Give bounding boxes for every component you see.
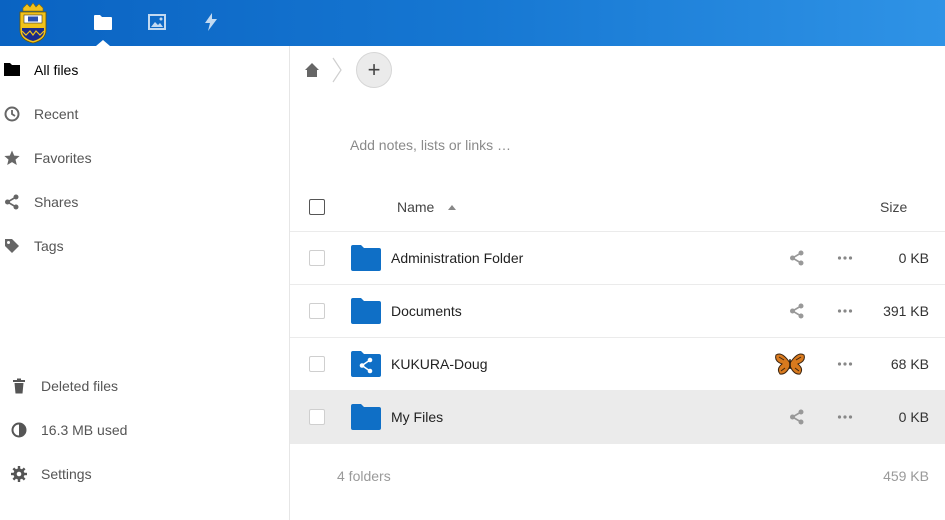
select-all-checkbox[interactable] (309, 199, 325, 215)
sidebar-item-label: Tags (34, 238, 64, 254)
table-row[interactable]: KUKURA-Doug 68 KB (290, 338, 945, 391)
file-name[interactable]: Documents (391, 303, 462, 319)
logo-crest-icon[interactable] (16, 2, 50, 44)
app-photos[interactable] (134, 0, 180, 46)
sidebar-item-recent[interactable]: Recent (0, 92, 289, 136)
column-header-name[interactable]: Name (397, 199, 434, 215)
sidebar-item-label: Favorites (34, 150, 92, 166)
folder-icon (94, 14, 112, 33)
sidebar-item-label: Shares (34, 194, 79, 210)
more-actions-icon[interactable] (837, 356, 853, 372)
tag-icon (4, 238, 20, 254)
quota-pie-icon (11, 422, 27, 438)
share-icon[interactable] (789, 409, 805, 425)
folder-icon (4, 62, 20, 78)
sidebar-item-label: Deleted files (41, 378, 119, 394)
breadcrumb-separator-icon (330, 54, 344, 86)
sidebar-settings[interactable]: Settings (0, 452, 289, 496)
lightning-icon (204, 12, 218, 34)
file-list-summary: 4 folders 459 KB (290, 450, 945, 500)
gear-icon (11, 466, 27, 482)
sidebar-item-shares[interactable]: Shares (0, 180, 289, 224)
more-actions-icon[interactable] (837, 303, 853, 319)
top-header (0, 0, 945, 46)
share-icon[interactable] (789, 250, 805, 266)
sidebar-item-tags[interactable]: Tags (0, 224, 289, 268)
shared-folder-icon (351, 351, 381, 377)
rich-workspace-notes[interactable]: Add notes, lists or links … (350, 137, 511, 153)
quota-text: 16.3 MB used (41, 422, 128, 438)
row-checkbox[interactable] (309, 303, 325, 319)
folder-count: 4 folders (337, 468, 391, 484)
folder-icon (351, 298, 381, 324)
total-size: 459 KB (883, 468, 929, 484)
row-checkbox[interactable] (309, 409, 325, 425)
more-actions-icon[interactable] (837, 409, 853, 425)
share-icon (4, 194, 20, 210)
sidebar: All files Recent Favorites Shares Tags D… (0, 46, 290, 520)
row-checkbox[interactable] (309, 356, 325, 372)
table-row-highlighted[interactable]: My Files 0 KB (290, 391, 945, 444)
breadcrumb-home-icon[interactable] (304, 62, 320, 78)
more-actions-icon[interactable] (837, 250, 853, 266)
share-icon[interactable] (789, 303, 805, 319)
file-list-area: + Add notes, lists or links … Name Size … (290, 46, 945, 520)
file-size: 68 KB (890, 356, 929, 372)
folder-icon (351, 245, 381, 271)
new-file-button[interactable]: + (356, 52, 392, 88)
file-name[interactable]: Administration Folder (391, 250, 523, 266)
sort-ascending-icon[interactable] (448, 205, 456, 210)
sidebar-item-favorites[interactable]: Favorites (0, 136, 289, 180)
trash-icon (11, 378, 27, 394)
sidebar-quota[interactable]: 16.3 MB used (0, 408, 289, 452)
sidebar-item-label: All files (34, 62, 79, 78)
app-activity[interactable] (188, 0, 234, 46)
sidebar-deleted-files[interactable]: Deleted files (0, 364, 289, 408)
file-size: 0 KB (898, 409, 929, 425)
file-name[interactable]: My Files (391, 409, 443, 425)
table-row[interactable]: Documents 391 KB (290, 285, 945, 338)
file-size: 0 KB (898, 250, 929, 266)
file-name[interactable]: KUKURA-Doug (391, 356, 487, 372)
shared-by-avatar-butterfly-icon[interactable] (774, 351, 806, 377)
row-checkbox[interactable] (309, 250, 325, 266)
table-row[interactable]: Administration Folder 0 KB (290, 232, 945, 285)
star-icon (4, 150, 20, 166)
clock-icon (4, 106, 20, 122)
sidebar-item-label: Recent (34, 106, 79, 122)
table-header: Name Size (290, 182, 945, 232)
folder-icon (351, 404, 381, 430)
sidebar-item-all-files[interactable]: All files (0, 48, 289, 92)
image-icon (148, 13, 166, 33)
column-header-size[interactable]: Size (880, 199, 907, 215)
sidebar-item-label: Settings (41, 466, 92, 482)
file-size: 391 KB (883, 303, 929, 319)
